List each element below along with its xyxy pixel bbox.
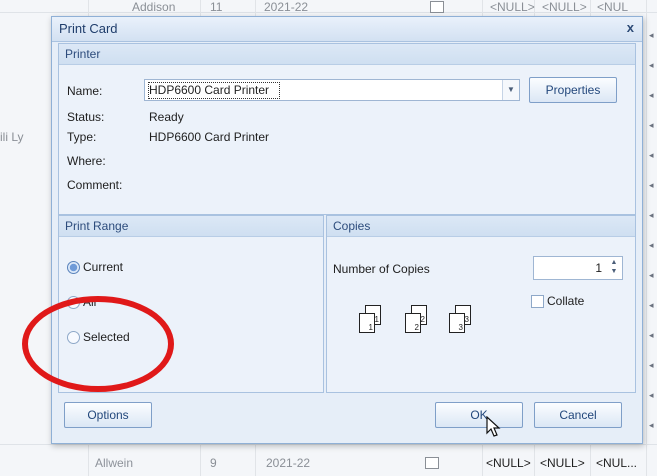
row-arrow-icon: ◂: [649, 360, 654, 370]
radio-current-circle[interactable]: [67, 261, 80, 274]
bg-null-cell: <NULL>: [486, 456, 531, 470]
bg-null-cell: <NULL>: [542, 0, 587, 14]
row-arrow-icon: ◂: [649, 330, 654, 340]
bg-year-cell: 2021-22: [266, 456, 311, 470]
bg-num-cell: 9: [210, 456, 217, 470]
page-icon: 1: [359, 313, 375, 333]
row-arrow-icon: ◂: [649, 300, 654, 310]
bg-name-cell: Addison: [132, 0, 176, 14]
status-value: Ready: [149, 110, 184, 124]
properties-button[interactable]: Properties: [529, 77, 617, 103]
bg-name-cell: Allwein: [95, 456, 134, 470]
copies-group: Copies Number of Copies 1 ▲ ▼ Collate 1 1…: [326, 215, 636, 393]
chevron-down-icon[interactable]: ▼: [502, 80, 519, 100]
collate-label[interactable]: Collate: [547, 294, 584, 308]
grid-line: [646, 0, 647, 476]
status-label: Status:: [67, 110, 105, 124]
row-arrow-icon: ◂: [649, 60, 654, 70]
row-arrow-icon: ◂: [649, 150, 654, 160]
row-arrow-icon: ◂: [649, 420, 654, 430]
type-value: HDP6600 Card Printer: [149, 130, 270, 144]
printer-select[interactable]: HDP6600 Card Printer ▼: [144, 79, 520, 101]
bg-left-fragment: ili Ly: [0, 130, 24, 144]
row-arrow-icon: ◂: [649, 30, 654, 40]
grid-line: [0, 444, 657, 445]
bg-null-cell: <NUL: [597, 0, 629, 14]
close-icon[interactable]: x: [627, 20, 634, 35]
bg-null-cell: <NULL>: [490, 0, 535, 14]
copies-title: Copies: [333, 219, 371, 233]
image-icon: [425, 457, 439, 469]
printer-group-title: Printer: [65, 47, 101, 61]
bg-year-cell: 2021-22: [264, 0, 309, 14]
type-label: Type:: [67, 130, 97, 144]
page-icon: 2: [405, 313, 421, 333]
comment-label: Comment:: [67, 178, 123, 192]
copies-spinner[interactable]: 1 ▲ ▼: [533, 256, 623, 280]
print-range-header: Print Range: [59, 216, 323, 237]
bg-null-cell: <NULL>: [540, 456, 585, 470]
where-label: Where:: [67, 154, 106, 168]
cancel-button[interactable]: Cancel: [534, 402, 622, 428]
name-label: Name:: [67, 84, 103, 98]
spinner-arrows-icon[interactable]: ▲ ▼: [608, 258, 620, 276]
number-of-copies-label: Number of Copies: [333, 262, 430, 276]
mouse-pointer-icon: [486, 416, 501, 437]
copies-header: Copies: [327, 216, 635, 237]
printer-select-value: HDP6600 Card Printer: [149, 83, 270, 97]
bg-num-cell: 11: [210, 0, 223, 14]
print-range-title: Print Range: [65, 219, 129, 233]
highlight-circle: [22, 296, 174, 392]
row-arrow-icon: ◂: [649, 240, 654, 250]
ok-button[interactable]: OK: [435, 402, 523, 428]
dialog-titlebar[interactable]: Print Card x: [52, 17, 642, 42]
radio-current-label[interactable]: Current: [83, 260, 123, 274]
printer-group: Printer Name: HDP6600 Card Printer ▼ Pro…: [58, 43, 636, 215]
dialog-title: Print Card: [59, 21, 118, 36]
image-icon: [430, 1, 444, 13]
options-button[interactable]: Options: [64, 402, 152, 428]
copies-spinner-value: 1: [595, 261, 602, 275]
row-arrow-icon: ◂: [649, 180, 654, 190]
collate-checkbox[interactable]: [531, 295, 544, 308]
row-arrow-icon: ◂: [649, 210, 654, 220]
row-arrow-icon: ◂: [649, 390, 654, 400]
printer-group-header: Printer: [59, 44, 635, 65]
row-arrow-icon: ◂: [649, 90, 654, 100]
page-icon: 3: [449, 313, 465, 333]
bg-null-cell: <NUL...: [596, 456, 638, 470]
row-arrow-icon: ◂: [649, 120, 654, 130]
row-arrow-icon: ◂: [649, 270, 654, 280]
